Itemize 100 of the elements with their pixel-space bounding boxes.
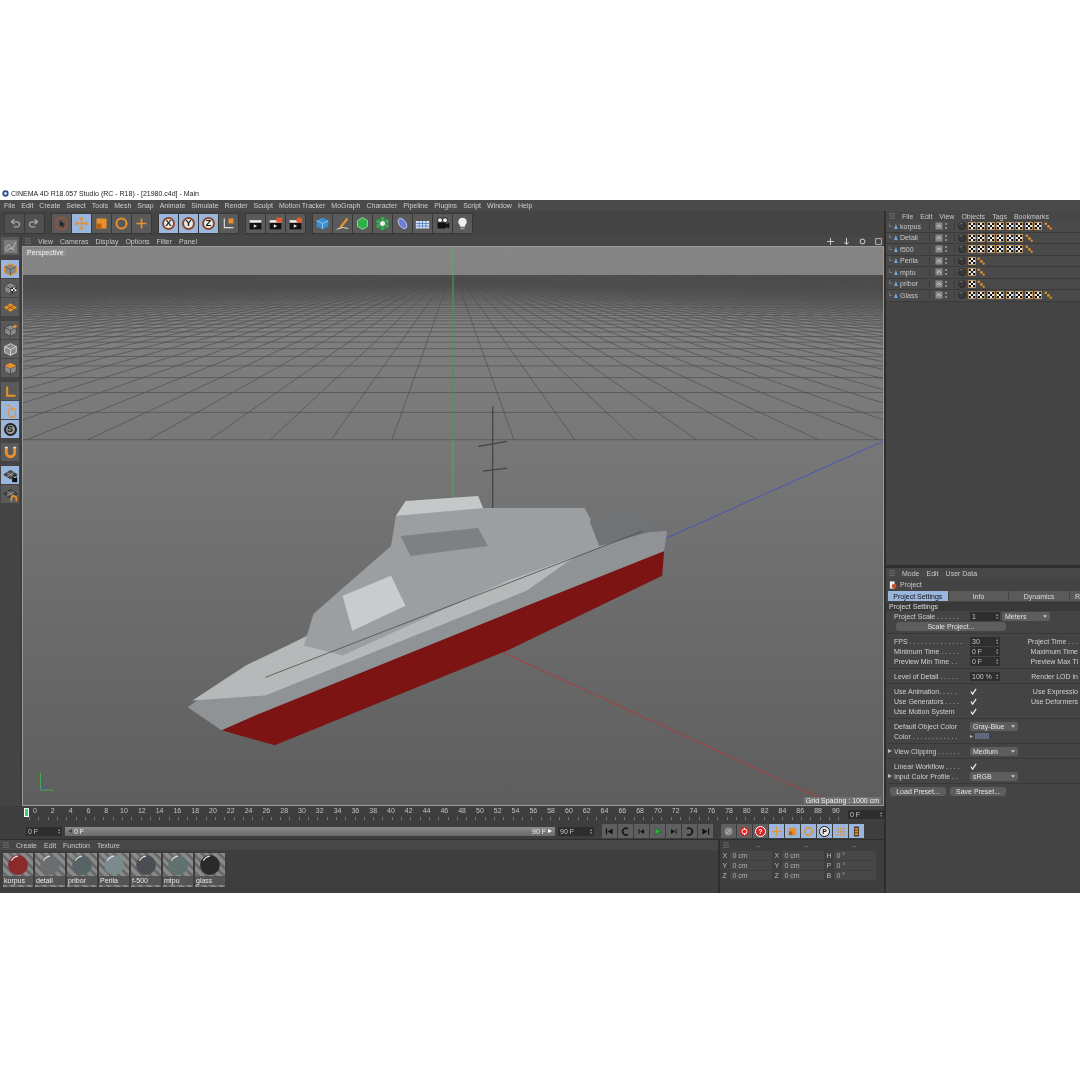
checker-tag-icon[interactable]	[977, 222, 985, 231]
solo-button[interactable]: S	[1, 420, 19, 438]
checker-tag-icon[interactable]	[1034, 222, 1042, 231]
checker-tag-icon[interactable]	[986, 233, 995, 242]
material-sphere-icon	[135, 854, 157, 876]
gem-icon	[355, 216, 370, 231]
key-icon	[723, 825, 734, 837]
selection-tag-icon[interactable]	[977, 268, 985, 277]
mode-button[interactable]	[1, 466, 19, 484]
clapperboard-icon	[288, 216, 303, 231]
spinner-arrows-icon	[589, 828, 592, 834]
checker-tag-icon[interactable]	[996, 245, 1004, 254]
checker-tag-icon[interactable]	[967, 256, 976, 265]
checker-tag-icon[interactable]	[1015, 245, 1023, 254]
triangle-right-icon	[548, 829, 552, 833]
checker-tag-icon[interactable]	[1005, 222, 1014, 231]
selection-tag-icon[interactable]	[977, 279, 985, 288]
checker-tag-icon[interactable]	[967, 233, 976, 242]
visibility-toggle-icon[interactable]	[935, 222, 949, 231]
key-button[interactable]	[849, 824, 864, 838]
caret-icon	[1011, 774, 1015, 778]
axis-lock-button[interactable]: X	[159, 214, 178, 233]
maximize-icon[interactable]	[875, 237, 882, 245]
pen-icon	[335, 216, 350, 231]
clapperboard-icon	[268, 216, 283, 231]
checker-tag-icon[interactable]	[1015, 222, 1023, 231]
checker-tag-icon[interactable]	[986, 245, 995, 254]
move-icon[interactable]	[827, 237, 834, 245]
axis-gizmo-icon	[40, 772, 55, 791]
expand-triangle-icon[interactable]	[888, 774, 892, 778]
project-icon	[889, 580, 897, 589]
tool-button[interactable]	[286, 214, 305, 233]
checker-tag-icon[interactable]	[967, 268, 976, 277]
arrow-down-icon[interactable]	[843, 237, 850, 245]
key-button[interactable]	[737, 824, 752, 838]
checker-tag-icon[interactable]	[996, 291, 1004, 300]
checker-tag-icon[interactable]	[977, 233, 985, 242]
selection-tag-icon[interactable]	[1043, 291, 1052, 300]
curve-icon	[684, 825, 695, 837]
key-button[interactable]	[721, 824, 736, 838]
checkmark-icon[interactable]	[970, 762, 977, 770]
checker-tag-icon[interactable]	[1005, 245, 1014, 254]
color-swatch[interactable]	[975, 733, 989, 739]
mode-button[interactable]	[1, 340, 19, 358]
tool-button[interactable]	[373, 214, 392, 233]
visibility-toggle-icon[interactable]	[935, 245, 949, 254]
playhead-handle[interactable]	[24, 808, 29, 817]
visibility-toggle-icon[interactable]	[935, 256, 949, 265]
cube-icon	[2, 322, 18, 338]
axis-lock-button[interactable]: Z	[199, 214, 218, 233]
checker-tag-icon[interactable]	[967, 291, 976, 300]
mode-button[interactable]	[1, 485, 19, 503]
checkmark-icon[interactable]	[970, 707, 977, 715]
checker-tag-icon[interactable]	[1005, 291, 1014, 300]
visibility-toggle-icon[interactable]	[935, 233, 949, 242]
playback-button[interactable]	[650, 824, 665, 838]
move-icon	[74, 216, 89, 231]
mode-button[interactable]	[1, 279, 19, 297]
playback-button[interactable]	[682, 824, 697, 838]
tool-button[interactable]	[453, 214, 472, 233]
checker-tag-icon[interactable]	[977, 291, 985, 300]
checker-tag-icon[interactable]	[1005, 233, 1014, 242]
rotate-icon	[114, 216, 129, 231]
checker-tag-icon[interactable]	[1015, 291, 1023, 300]
checker-tag-icon[interactable]	[996, 233, 1004, 242]
checker-tag-icon[interactable]	[1015, 233, 1023, 242]
rotate-icon[interactable]	[859, 237, 866, 245]
checker-tag-icon[interactable]	[986, 222, 995, 231]
visibility-toggle-icon[interactable]	[935, 291, 949, 300]
play-icon	[652, 825, 663, 837]
tool-button[interactable]	[266, 214, 285, 233]
checker-tag-icon[interactable]	[967, 245, 976, 254]
checker-tag-icon[interactable]	[1024, 291, 1033, 300]
checkmark-icon[interactable]	[970, 687, 977, 695]
checkmark-icon[interactable]	[970, 697, 977, 705]
expand-triangle-icon[interactable]	[970, 734, 973, 738]
app-logo-icon	[2, 190, 9, 197]
checker-tag-icon[interactable]	[986, 291, 995, 300]
triangle-left-icon	[68, 829, 72, 833]
checker-tag-icon[interactable]	[1024, 222, 1033, 231]
axis-lock-button[interactable]: Y	[179, 214, 198, 233]
playback-button[interactable]	[698, 824, 713, 838]
visibility-toggle-icon[interactable]	[935, 268, 949, 277]
playback-button[interactable]	[618, 824, 633, 838]
tool-button[interactable]	[246, 214, 265, 233]
record-icon	[739, 825, 750, 837]
tool-button[interactable]	[433, 214, 452, 233]
playback-button[interactable]	[602, 824, 617, 838]
playback-button[interactable]	[666, 824, 681, 838]
checker-tag-icon[interactable]	[996, 222, 1004, 231]
checker-tag-icon[interactable]	[967, 222, 976, 231]
checker-tag-icon[interactable]	[967, 279, 976, 288]
selection-tag-icon[interactable]	[977, 256, 985, 265]
selection-tag-icon[interactable]	[1043, 222, 1052, 231]
expand-triangle-icon[interactable]	[888, 749, 892, 753]
checker-tag-icon[interactable]	[977, 245, 985, 254]
light-bulb-icon	[455, 216, 470, 231]
playback-button[interactable]	[634, 824, 649, 838]
checker-tag-icon[interactable]	[1034, 291, 1042, 300]
visibility-toggle-icon[interactable]	[935, 279, 949, 288]
